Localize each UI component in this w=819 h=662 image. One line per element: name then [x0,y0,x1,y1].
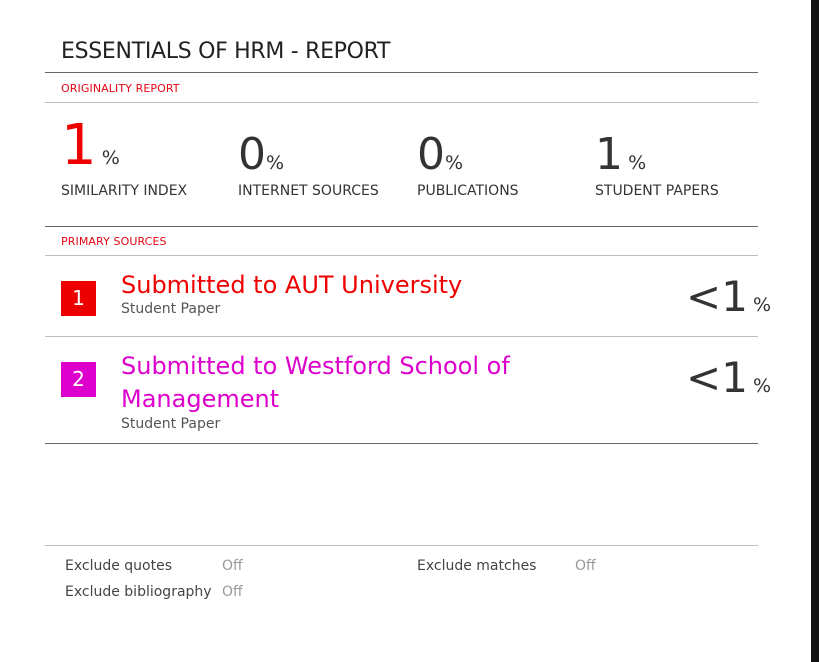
sources-end-divider [45,443,758,444]
source-match-percent: <1 % [686,357,771,399]
page-edge-border [811,0,819,662]
footer-divider [45,545,758,546]
source-match-unit: % [753,294,772,316]
source-type: Student Paper [121,301,221,317]
stats-divider [45,226,758,227]
exclude-bibliography-label: Exclude bibliography [65,584,212,600]
similarity-index-label: SIMILARITY INDEX [61,183,188,199]
primary-sources-label: PRIMARY SOURCES [61,235,167,248]
source-match-percent: <1 % [686,276,771,318]
publications-unit: % [445,152,464,174]
student-papers-value: 1 [595,129,623,180]
source-match-value: <1 [686,353,748,402]
exclude-matches-label: Exclude matches [417,558,537,574]
source-title[interactable]: Submitted to AUT University [121,269,551,302]
source-rank-badge: 1 [61,281,96,316]
exclude-quotes-value: Off [222,558,243,574]
student-papers-unit: % [628,152,647,174]
similarity-index-stat: 1 % [61,118,120,174]
originality-report-label: ORIGINALITY REPORT [61,82,180,95]
internet-sources-value: 0 [238,129,266,180]
source-match-value: <1 [686,272,748,321]
exclude-quotes-label: Exclude quotes [65,558,173,574]
exclude-matches-value: Off [575,558,596,574]
similarity-index-value: 1 [61,113,97,178]
similarity-index-unit: % [101,147,120,169]
source-divider [45,336,758,337]
primary-sources-divider [45,255,758,256]
source-type: Student Paper [121,416,221,432]
student-papers-stat: 1 % [595,133,646,177]
internet-sources-unit: % [266,152,285,174]
originality-divider [45,102,758,103]
internet-sources-label: INTERNET SOURCES [238,183,379,199]
publications-stat: 0% [417,133,463,177]
publications-value: 0 [417,129,445,180]
source-title[interactable]: Submitted to Westford School of Manageme… [121,350,551,416]
internet-sources-stat: 0% [238,133,284,177]
report-title: ESSENTIALS OF HRM - REPORT [61,39,391,64]
source-rank-badge: 2 [61,362,96,397]
title-divider [45,72,758,73]
source-match-unit: % [753,375,772,397]
student-papers-label: STUDENT PAPERS [595,183,719,199]
publications-label: PUBLICATIONS [417,183,519,199]
exclude-bibliography-value: Off [222,584,243,600]
